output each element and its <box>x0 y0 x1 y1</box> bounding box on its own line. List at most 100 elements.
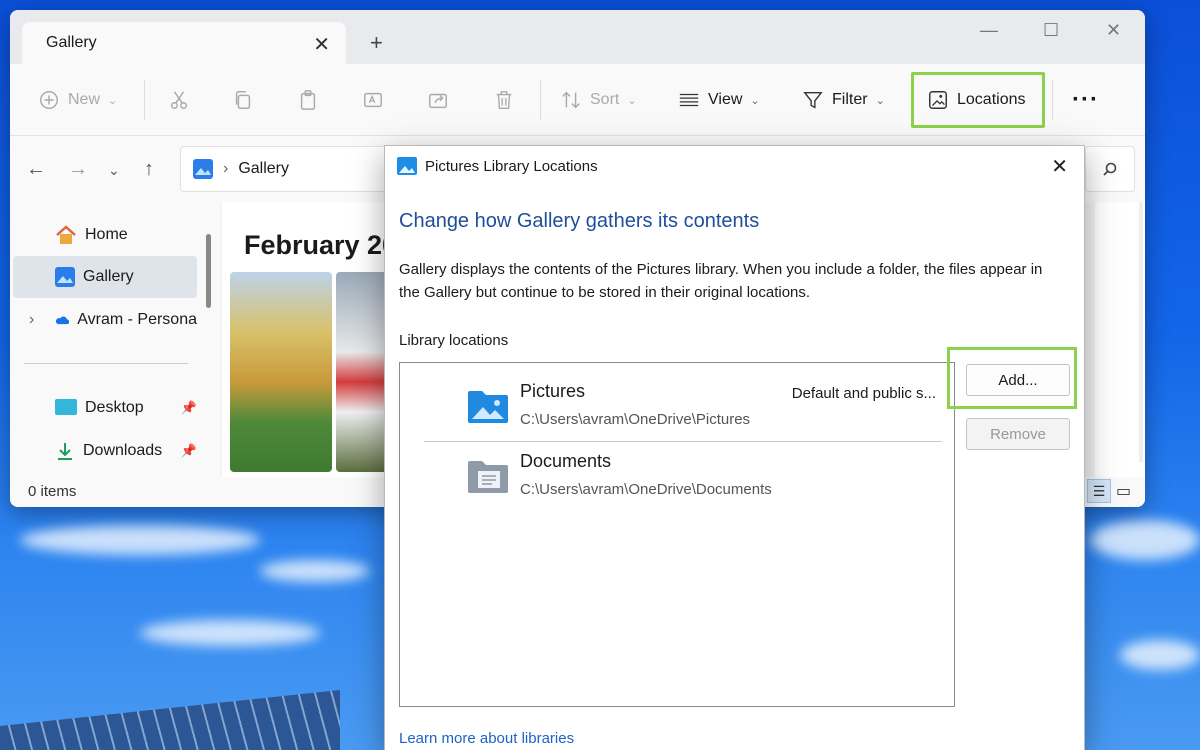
scrollbar[interactable] <box>206 234 211 308</box>
breadcrumb: Gallery <box>238 160 290 177</box>
scrollbar[interactable] <box>1139 202 1143 462</box>
paste-icon[interactable] <box>297 64 319 136</box>
filter-label: Filter <box>832 91 868 108</box>
onedrive-cloud-icon <box>55 316 70 325</box>
sidebar-item-label: Downloads <box>83 442 163 459</box>
library-locations-list: Pictures C:\Users\avram\OneDrive\Picture… <box>399 362 955 707</box>
chevron-down-icon: ⌄ <box>108 94 118 107</box>
tab-title: Gallery <box>46 34 97 51</box>
cut-icon[interactable] <box>168 64 190 136</box>
location-tag: Default and public s... <box>791 385 936 402</box>
gallery-icon <box>55 267 75 287</box>
minimize-icon[interactable]: — <box>980 20 998 41</box>
desktop-icon <box>55 399 77 415</box>
section-label: Library locations <box>399 332 509 349</box>
delete-icon[interactable] <box>493 64 515 136</box>
details-view-icon[interactable]: ☰ <box>1087 479 1111 503</box>
toolbar-divider <box>1052 80 1053 120</box>
cloud <box>140 620 320 646</box>
view-label: View <box>708 91 743 108</box>
toolbar-divider <box>540 80 541 120</box>
toolbar-divider <box>144 80 145 120</box>
close-icon[interactable]: ✕ <box>1051 154 1068 179</box>
sidebar-item-label: Home <box>85 226 128 243</box>
location-path: C:\Users\avram\OneDrive\Pictures <box>520 411 751 428</box>
list-item[interactable]: Pictures C:\Users\avram\OneDrive\Picture… <box>424 371 942 441</box>
title-bar: Gallery ✕ + — ☐ ✕ <box>10 10 1145 64</box>
sort-button[interactable]: Sort ⌄ <box>560 64 637 136</box>
location-name: Documents <box>520 451 612 471</box>
close-window-icon[interactable]: ✕ <box>1106 20 1121 41</box>
recent-locations-icon[interactable]: ⌄ <box>108 162 120 179</box>
pin-icon[interactable]: 📌 <box>181 400 197 416</box>
navigation-pane: Home Gallery › Avram - Persona Desktop 📌… <box>10 202 220 477</box>
chevron-down-icon: ⌄ <box>875 94 885 107</box>
filter-button[interactable]: Filter ⌄ <box>802 64 885 136</box>
location-name: Pictures <box>520 381 586 401</box>
search-icon <box>1103 162 1117 176</box>
command-bar: New ⌄ Sort ⌄ View ⌄ Filter ⌄ Locations ·… <box>10 64 1145 136</box>
share-icon[interactable] <box>427 64 449 136</box>
plus-circle-icon <box>40 91 58 109</box>
more-options-icon[interactable]: ··· <box>1072 64 1099 136</box>
documents-folder-icon <box>468 461 508 493</box>
tiles-view-icon[interactable]: ▭ <box>1116 481 1131 501</box>
sidebar-item-label: Desktop <box>85 399 144 416</box>
pictures-library-icon <box>397 157 417 175</box>
gallery-icon <box>193 159 213 179</box>
copy-icon[interactable] <box>232 64 254 136</box>
cloud <box>260 560 370 582</box>
highlight-box <box>911 72 1045 128</box>
back-icon[interactable]: ← <box>26 158 46 181</box>
pin-icon[interactable]: 📌 <box>181 443 197 459</box>
library-locations-dialog: Pictures Library Locations ✕ Change how … <box>384 145 1085 750</box>
photo-thumbnail[interactable] <box>230 272 332 472</box>
remove-button[interactable]: Remove <box>966 418 1070 450</box>
close-tab-icon[interactable]: ✕ <box>313 32 330 57</box>
sidebar-item-home[interactable]: Home <box>13 214 197 256</box>
chevron-down-icon: ⌄ <box>627 94 637 107</box>
sidebar-item-gallery[interactable]: Gallery <box>13 256 197 298</box>
new-label: New <box>68 91 101 108</box>
address-bar[interactable]: › Gallery <box>180 146 390 192</box>
dialog-title-bar: Pictures Library Locations ✕ <box>385 146 1084 186</box>
sidebar-item-desktop[interactable]: Desktop 📌 <box>13 387 197 429</box>
chevron-right-icon: › <box>223 160 229 177</box>
item-count: 0 items <box>28 483 77 500</box>
cloud <box>20 525 260 555</box>
sidebar-item-label: Gallery <box>83 268 134 285</box>
new-button[interactable]: New ⌄ <box>38 64 117 136</box>
location-path: C:\Users\avram\OneDrive\Documents <box>520 481 772 498</box>
learn-more-link[interactable]: Learn more about libraries <box>399 730 574 747</box>
date-group-heading: February 20 <box>244 230 398 260</box>
sort-label: Sort <box>590 91 620 108</box>
cloud <box>1120 640 1200 670</box>
view-lines-icon <box>679 93 699 107</box>
sidebar-item-downloads[interactable]: Downloads 📌 <box>13 430 197 472</box>
pictures-folder-icon <box>468 391 508 423</box>
dialog-body: Change how Gallery gathers its contents … <box>385 186 1084 750</box>
search-button[interactable] <box>1085 146 1135 192</box>
up-icon[interactable]: ↑ <box>144 158 154 181</box>
home-icon <box>56 225 76 244</box>
sidebar-item-label: Avram - Persona <box>77 311 197 328</box>
cloud <box>1090 520 1200 560</box>
dialog-description: Gallery displays the contents of the Pic… <box>399 261 1043 301</box>
list-item[interactable]: Documents C:\Users\avram\OneDrive\Docume… <box>424 441 942 511</box>
add-button[interactable]: Add... <box>966 364 1070 396</box>
tab-gallery[interactable]: Gallery ✕ <box>22 22 346 64</box>
sidebar-divider <box>24 363 188 364</box>
forward-icon[interactable]: → <box>68 158 88 181</box>
download-icon <box>58 443 72 460</box>
new-tab-icon[interactable]: + <box>370 30 383 56</box>
chevron-down-icon: ⌄ <box>750 94 760 107</box>
view-area-edge <box>1095 202 1145 477</box>
dialog-heading: Change how Gallery gathers its contents <box>399 210 760 232</box>
sort-icon <box>562 91 580 109</box>
maximize-icon[interactable]: ☐ <box>1043 20 1059 41</box>
filter-icon <box>803 91 823 109</box>
rename-icon[interactable] <box>362 64 384 136</box>
view-button[interactable]: View ⌄ <box>678 64 760 136</box>
sidebar-item-onedrive[interactable]: › Avram - Persona <box>13 299 197 341</box>
expand-chevron-icon[interactable]: › <box>29 311 34 329</box>
